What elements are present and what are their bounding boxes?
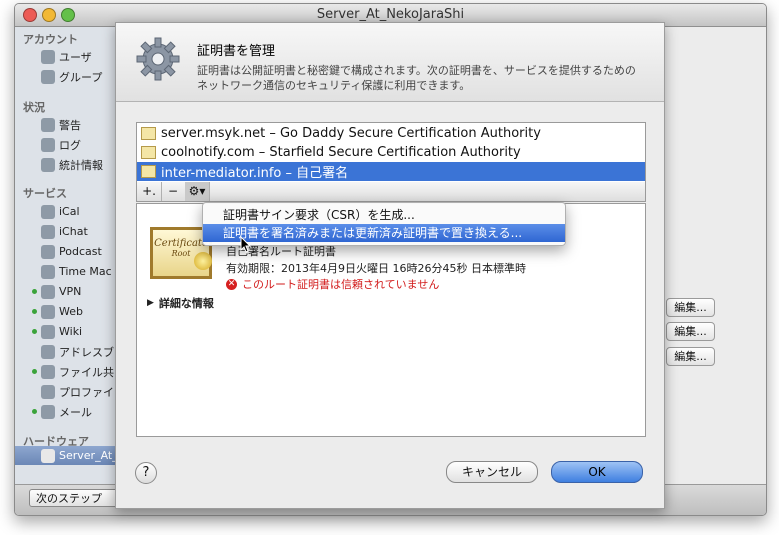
sidebar-item-address-book[interactable]: アドレスブ [41, 342, 114, 361]
certificate-list: server.msyk.net – Go Daddy Secure Certif… [136, 122, 646, 184]
sidebar-item-ichat[interactable]: iChat [41, 222, 88, 241]
stats-icon [41, 157, 55, 172]
sidebar-item-file-sharing[interactable]: ファイル共 [32, 362, 114, 381]
ok-button[interactable]: OK [551, 461, 643, 483]
certificate-row[interactable]: server.msyk.net – Go Daddy Secure Certif… [137, 124, 645, 143]
certificate-icon [141, 146, 156, 159]
certificate-icon [141, 165, 156, 178]
gear-icon [136, 37, 180, 81]
disclosure-triangle-icon: ▶ [147, 298, 154, 308]
sidebar-item-groups[interactable]: グループ [41, 67, 102, 86]
sidebar-item-profile[interactable]: プロファイ [41, 382, 114, 401]
edit-button[interactable]: 編集... [666, 347, 715, 366]
sidebar-item-mail[interactable]: メール [32, 402, 92, 421]
sidebar-section-status: 状況 [23, 101, 45, 114]
podcast-icon [41, 244, 55, 259]
vpn-icon [41, 284, 55, 299]
mail-icon [41, 404, 55, 419]
action-context-menu: 証明書サイン要求（CSR）を生成... 証明書を署名済みまたは更新済み証明書で置… [202, 202, 566, 246]
certificate-expiry: 有効期限：2013年4月9日火曜日 16時26分45秒 日本標準時 [226, 262, 526, 275]
sidebar-item-logs[interactable]: ログ [41, 135, 81, 154]
sheet-title: 証明書を管理 [197, 44, 276, 59]
mouse-cursor-icon [240, 236, 252, 253]
window-title: Server_At_NekoJaraShi [316, 7, 465, 22]
certificate-row-selected[interactable]: inter-mediator.info – 自己署名 [137, 162, 645, 181]
calendar-icon [41, 204, 55, 219]
menu-item-replace-certificate[interactable]: 証明書を署名済みまたは更新済み証明書で置き換える... [203, 224, 565, 242]
edit-button[interactable]: 編集... [666, 322, 715, 341]
remove-certificate-button[interactable]: − [161, 182, 186, 201]
status-dot [32, 289, 37, 294]
add-certificate-button[interactable]: +. [137, 182, 162, 201]
profile-icon [41, 384, 55, 399]
sheet-header: 証明書を管理 証明書は公開証明書と秘密鍵で構成されます。次の証明書を、サービスを… [116, 23, 664, 102]
sidebar-section-accounts: アカウント [23, 33, 78, 46]
status-dot [32, 309, 37, 314]
sidebar-section-services: サービス [23, 187, 67, 200]
error-icon: ✕ [226, 278, 237, 290]
sheet-description: 証明書は公開証明書と秘密鍵で構成されます。次の証明書を、サービスを提供するための… [197, 64, 636, 92]
server-icon [41, 448, 55, 463]
sidebar-item-ical[interactable]: iCal [41, 202, 80, 221]
sidebar-item-server[interactable]: Server_At_ [15, 446, 131, 465]
status-dot [32, 409, 37, 414]
next-steps-button[interactable]: 次のステップ [29, 489, 123, 507]
sidebar-item-users[interactable]: ユーザ [41, 47, 92, 66]
help-button[interactable]: ? [135, 462, 157, 484]
sidebar-item-web[interactable]: Web [32, 302, 83, 321]
menu-item-generate-csr[interactable]: 証明書サイン要求（CSR）を生成... [203, 206, 565, 224]
sidebar-item-wiki[interactable]: Wiki [32, 322, 82, 341]
sidebar-item-podcast[interactable]: Podcast [41, 242, 102, 261]
edit-button[interactable]: 編集... [666, 298, 715, 317]
certificate-row[interactable]: coolnotify.com – Starfield Secure Certif… [137, 143, 645, 162]
time-machine-icon [41, 264, 55, 279]
wiki-icon [41, 324, 55, 339]
file-sharing-icon [41, 364, 55, 379]
user-icon [41, 49, 55, 64]
log-icon [41, 137, 55, 152]
alert-icon [41, 117, 55, 132]
certificate-list-toolbar: +. − ⚙▾ [136, 182, 646, 202]
status-dot [32, 329, 37, 334]
sidebar-item-time-machine[interactable]: Time Mac [41, 262, 112, 281]
web-icon [41, 304, 55, 319]
cancel-button[interactable]: キャンセル [446, 461, 538, 483]
sidebar-item-vpn[interactable]: VPN [32, 282, 81, 301]
sidebar-item-stats[interactable]: 統計情報 [41, 155, 103, 174]
group-icon [41, 69, 55, 84]
chat-icon [41, 224, 55, 239]
address-book-icon [41, 344, 55, 359]
action-menu-button[interactable]: ⚙▾ [185, 182, 210, 201]
status-dot [32, 369, 37, 374]
sidebar-item-alerts[interactable]: 警告 [41, 115, 81, 134]
seal-icon [194, 252, 212, 270]
certificate-warning: ✕ このルート証明書は信頼されていません [226, 278, 440, 291]
certificate-icon [141, 127, 156, 140]
details-disclosure[interactable]: ▶ 詳細な情報 [147, 295, 214, 311]
